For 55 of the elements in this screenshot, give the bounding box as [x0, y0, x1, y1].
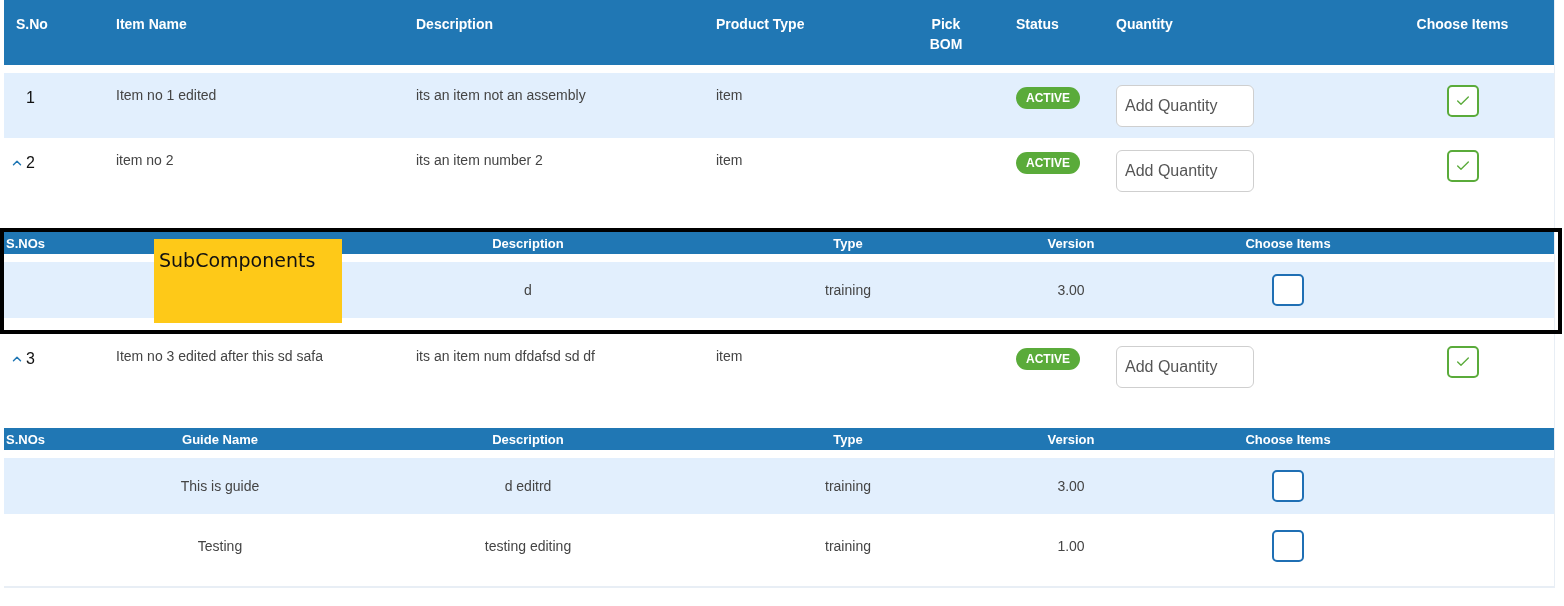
column-header: Version — [1047, 431, 1095, 447]
status-badge: ACTIVE — [1016, 87, 1080, 109]
status-badge: ACTIVE — [1016, 348, 1080, 370]
table-cell-text: item — [716, 86, 744, 103]
column-header: Choose Items — [1245, 235, 1331, 251]
column-header: Description — [492, 235, 564, 251]
column-header: Choose Items — [1416, 15, 1509, 34]
column-header: Status — [1016, 15, 1059, 34]
column-header: S.No — [16, 15, 48, 34]
checkbox[interactable] — [1446, 85, 1479, 117]
column-header: Item Name — [116, 15, 187, 34]
column-header: Version — [1047, 235, 1095, 251]
column-header: Description — [416, 15, 493, 34]
table-cell: testing editing — [484, 538, 572, 554]
column-header: Product Type — [716, 15, 805, 34]
table-cell: Testing — [197, 538, 243, 554]
status-badge: ACTIVE — [1016, 152, 1080, 174]
table-cell: training — [825, 282, 871, 298]
checkbox[interactable] — [1446, 150, 1479, 182]
table-cell-text: its an item not an assembly — [416, 86, 587, 103]
column-header: S.NOs — [5, 235, 45, 251]
checkbox[interactable] — [1272, 530, 1304, 562]
row-number: 2 — [26, 154, 35, 172]
table-cell: 1.00 — [1057, 538, 1085, 554]
quantity-field[interactable]: Add Quantity — [1116, 346, 1254, 388]
table-cell-text: item — [716, 347, 744, 364]
table-cell-text: item — [716, 151, 744, 168]
column-header: Quantity — [1116, 15, 1173, 34]
column-header: Choose Items — [1245, 431, 1331, 447]
checkbox[interactable] — [1446, 346, 1479, 378]
row-number: 3 — [26, 350, 35, 368]
table-cell-text: its an item number 2 — [416, 151, 544, 168]
table-cell: training — [825, 538, 871, 554]
column-header: S.NOs — [5, 431, 45, 447]
table-cell: 3.00 — [1057, 282, 1085, 298]
quantity-field[interactable]: Add Quantity — [1116, 150, 1254, 192]
table-cell-text: Item no 3 edited after this sd safa — [116, 347, 324, 364]
table-cell: training — [825, 478, 871, 494]
column-header: Type — [833, 235, 863, 251]
column-header: Type — [833, 431, 863, 447]
table-cell: d — [524, 282, 532, 298]
checkbox[interactable] — [1272, 470, 1304, 502]
table-cell: 3.00 — [1057, 478, 1085, 494]
column-header: Description — [492, 431, 564, 447]
quantity-field[interactable]: Add Quantity — [1116, 85, 1254, 127]
table-cell-text: item no 2 — [116, 151, 175, 168]
table-cell-text: its an item num dfdafsd sd df — [416, 347, 596, 364]
checkbox[interactable] — [1272, 274, 1304, 306]
table-cell-text: Item no 1 edited — [116, 86, 218, 103]
annotation-note: SubComponents — [154, 239, 342, 323]
column-header: Guide Name — [182, 431, 258, 447]
row-number: 1 — [26, 89, 35, 107]
table-cell: This is guide — [180, 478, 260, 494]
table-cell: d editrd — [504, 478, 552, 494]
column-header: Pick BOM — [928, 15, 964, 54]
